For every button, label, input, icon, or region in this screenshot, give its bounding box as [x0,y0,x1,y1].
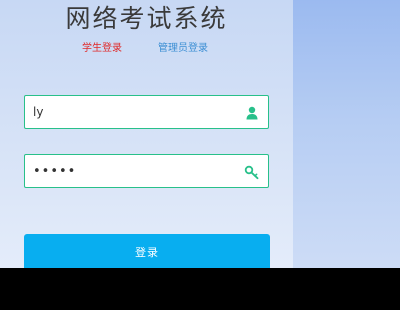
bottom-black-bar [0,268,400,310]
login-button[interactable]: 登录 [24,234,270,268]
password-field[interactable] [24,154,269,188]
user-icon [244,105,260,121]
username-input[interactable] [33,96,233,128]
login-type-tabs: 学生登录 管理员登录 [0,40,293,58]
page-title: 网络考试系统 [65,4,228,33]
page-background: 网络考试系统 学生登录 管理员登录 ly ••••• 登录 [0,0,400,268]
tab-student-login[interactable]: 学生登录 [82,40,122,58]
login-panel: 网络考试系统 学生登录 管理员登录 ly ••••• 登录 [0,0,293,268]
key-icon [244,164,260,180]
tab-admin-login[interactable]: 管理员登录 [158,40,208,58]
username-field[interactable] [24,95,269,129]
password-input[interactable] [33,155,233,187]
